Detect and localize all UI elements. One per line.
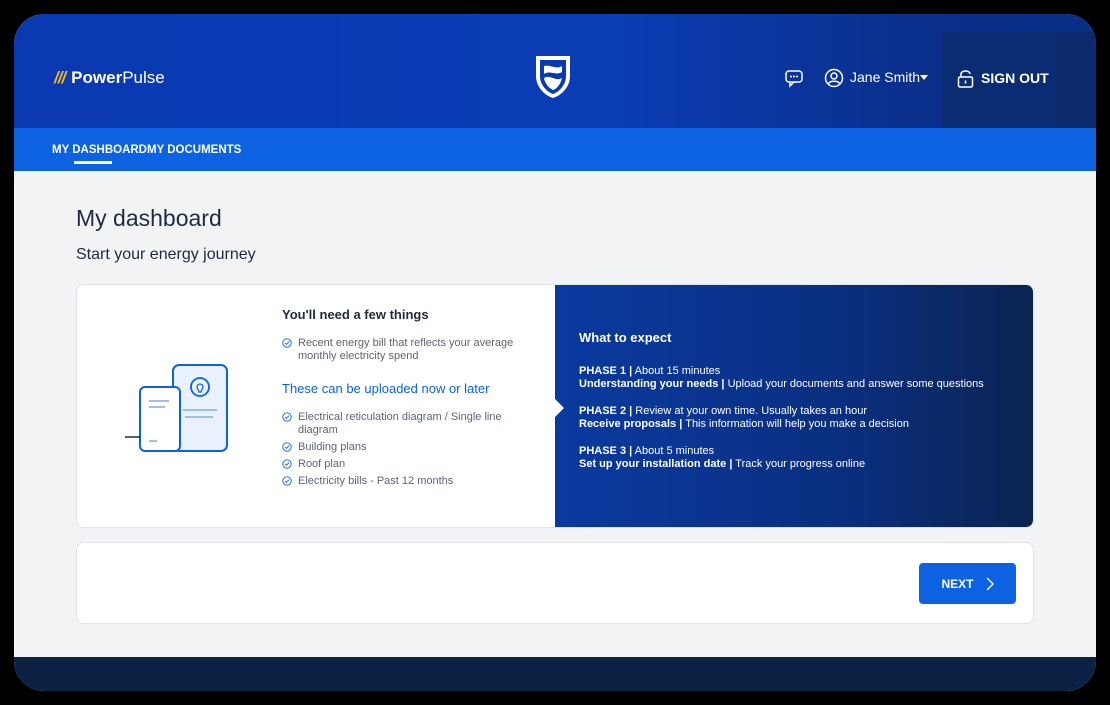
phase-title: Receive proposals | [579,418,683,430]
expect-heading: What to expect [579,330,672,345]
next-label: NEXT [941,576,974,591]
user-name[interactable]: Jane Smith [850,69,920,85]
requirements-heading: You'll need a few things [282,307,429,322]
requirement-text: Recent energy bill that reflects your av… [298,337,514,362]
upload-item-text: Building plans [298,441,367,453]
page-title: My dashboard [76,205,222,231]
tab-my-dashboard[interactable]: MY DASHBOARD [52,144,147,164]
sign-out-button[interactable]: SIGN OUT [981,70,1049,86]
what-to-expect-panel: What to expect PHASE 1 | About 15 minute… [555,285,1033,527]
top-header: /// Power Pulse Jane Smith SIGN OUT [14,14,1096,128]
list-item: Electrical reticulation diagram / Single… [282,411,542,437]
phase-label: PHASE 2 | [579,405,633,417]
page-subtitle: Start your energy journey [76,246,256,263]
phase-title: Understanding your needs | [579,378,725,390]
action-card: NEXT [76,542,1034,624]
upload-list: Electrical reticulation diagram / Single… [282,411,542,488]
chevron-right-icon [986,577,994,590]
list-item: Electricity bills - Past 12 months [282,475,542,488]
phase-time: Review at your own time. Usually takes a… [635,405,867,417]
phase-label: PHASE 3 | [579,445,633,457]
tab-my-documents[interactable]: MY DOCUMENTS [147,144,241,156]
upload-heading: These can be uploaded now or later [282,381,490,396]
upload-item-text: Electricity bills - Past 12 months [298,475,454,487]
phase-1: PHASE 1 | About 15 minutes Understanding… [579,365,984,391]
phase-desc: Upload your documents and answer some qu… [727,378,984,390]
device-frame: /// Power Pulse Jane Smith SIGN OUT MY D… [0,0,1110,705]
sub-navigation: MY DASHBOARD MY DOCUMENTS [14,128,1096,171]
requirements-list: Recent energy bill that reflects your av… [282,337,542,363]
phase-2: PHASE 2 | Review at your own time. Usual… [579,405,909,431]
check-circle-icon [282,442,292,452]
phase-title: Set up your installation date | [579,458,733,470]
phase-3: PHASE 3 | About 5 minutes Set up your in… [579,445,865,471]
phase-time: About 15 minutes [634,365,721,377]
chat-icon[interactable] [784,67,806,89]
panel-notch [555,399,564,417]
list-item: Building plans [282,441,542,454]
brand-name-bold: Power [71,68,123,87]
list-item: Roof plan [282,458,542,471]
check-circle-icon [282,338,292,348]
document-bulb-icon [125,364,228,452]
phase-time: About 5 minutes [634,445,715,457]
requirements-section: You'll need a few things Recent energy b… [282,307,542,492]
brand-slashes: /// [54,68,66,87]
phase-desc: This information will help you make a de… [685,418,909,430]
check-circle-icon [282,459,292,469]
list-item: Recent energy bill that reflects your av… [282,337,542,363]
phase-label: PHASE 1 | [579,365,633,377]
lock-icon[interactable] [957,68,974,88]
check-circle-icon [282,412,292,422]
next-button[interactable]: NEXT [919,563,1016,604]
journey-card: You'll need a few things Recent energy b… [76,284,1034,528]
brand-logo[interactable]: /// Power Pulse [54,68,165,88]
app-screen: /// Power Pulse Jane Smith SIGN OUT MY D… [14,14,1096,691]
caret-down-icon[interactable] [920,75,928,80]
check-circle-icon [282,476,292,486]
header-edge-strip [1056,32,1096,128]
shield-logo-icon[interactable] [532,52,574,100]
upload-item-text: Roof plan [298,458,346,470]
bottom-bar [14,657,1096,691]
brand-name-rest: Pulse [122,68,165,87]
phase-desc: Track your progress online [735,458,866,470]
upload-item-text: Electrical reticulation diagram / Single… [298,411,502,436]
user-icon[interactable] [824,68,844,88]
